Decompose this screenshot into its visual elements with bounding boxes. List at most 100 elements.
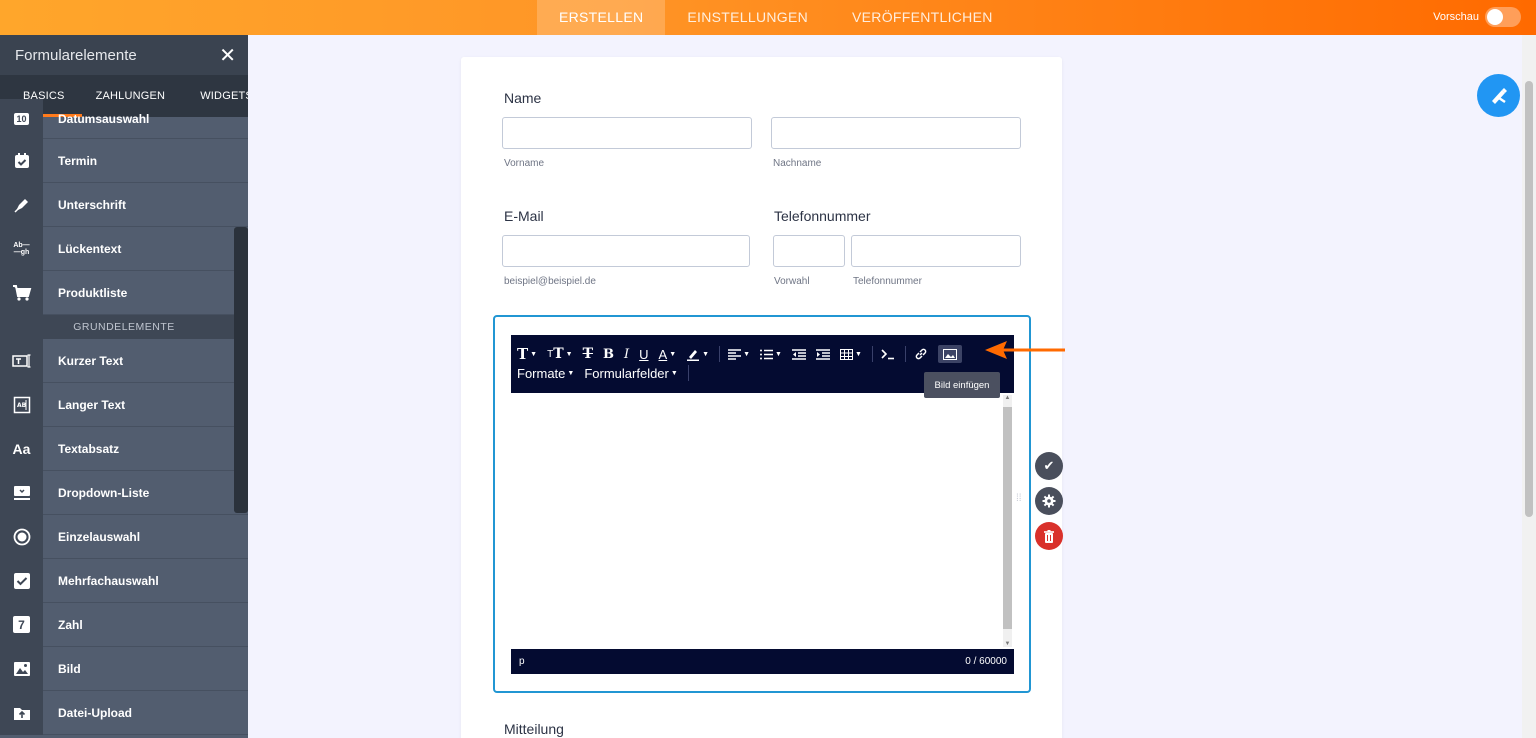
- sidebar-item-label: Datumsauswahl: [58, 111, 150, 126]
- first-name-sublabel: Vorname: [504, 158, 545, 169]
- editor-content-area[interactable]: ▲ ▼: [511, 393, 1014, 649]
- rich-text-field-selected[interactable]: T ▼ T T ▼ T B I U A ▼ ▼ ▼ ▼ ▼ Formate ▼ …: [493, 315, 1031, 693]
- form-canvas: Name Vorname Nachname E-Mail Telefonnumm…: [248, 35, 1536, 738]
- code-icon[interactable]: [881, 348, 895, 360]
- phone-label: Telefonnummer: [774, 208, 871, 224]
- sidebar-item-bild[interactable]: Bild: [0, 646, 248, 691]
- sidebar-item-label: Bild: [58, 661, 81, 676]
- editor-status-bar: p 0 / 60000: [511, 649, 1014, 674]
- align-icon[interactable]: ▼: [728, 348, 750, 360]
- text-color-icon[interactable]: A ▼: [659, 347, 677, 362]
- dropdown-icon: [0, 470, 43, 515]
- top-bar: ERSTELLEN EINSTELLUNGEN VERÖFFENTLICHEN …: [0, 0, 1536, 35]
- email-input[interactable]: [502, 235, 750, 267]
- page-scrollbar[interactable]: [1522, 35, 1536, 738]
- radio-icon: [0, 514, 43, 559]
- sidebar-item-datumsauswahl[interactable]: 10 Datumsauswahl: [0, 98, 248, 139]
- sidebar-item-produktliste[interactable]: Produktliste: [0, 270, 248, 315]
- list-icon[interactable]: ▼: [760, 349, 782, 360]
- sidebar-item-termin[interactable]: Termin: [0, 138, 248, 183]
- svg-text:AB: AB: [17, 402, 27, 409]
- sidebar-item-label: Termin: [58, 153, 98, 168]
- sidebar-item-unterschrift[interactable]: Unterschrift: [0, 182, 248, 227]
- phone-number-input[interactable]: [851, 235, 1021, 267]
- area-code-input[interactable]: [773, 235, 845, 267]
- annotation-arrow-icon: [985, 341, 1065, 359]
- paragraph-icon: Aa: [0, 426, 43, 471]
- italic-icon[interactable]: I: [624, 347, 629, 362]
- font-family-icon[interactable]: T ▼: [517, 345, 537, 363]
- font-size-icon[interactable]: T T ▼: [547, 346, 572, 362]
- sidebar-item-label: Zahl: [58, 617, 83, 632]
- sidebar-item-einzelauswahl[interactable]: Einzelauswahl: [0, 514, 248, 559]
- last-name-sublabel: Nachname: [773, 158, 822, 169]
- sidebar-header: Formularelemente ✕: [0, 35, 248, 75]
- short-text-icon: [0, 338, 43, 383]
- sidebar-element-list: 10 Datumsauswahl Termin Unterschrift Ab—…: [0, 98, 248, 735]
- sidebar-item-label: Datei-Upload: [58, 705, 133, 720]
- highlight-icon[interactable]: ▼: [686, 347, 709, 361]
- sidebar-title: Formularelemente: [15, 46, 137, 64]
- sidebar-scrollbar[interactable]: [234, 227, 248, 513]
- outdent-icon[interactable]: [791, 348, 806, 360]
- sidebar-item-label: Mehrfachauswahl: [58, 573, 159, 588]
- form-card: Name Vorname Nachname E-Mail Telefonnumm…: [461, 57, 1062, 738]
- insert-image-tooltip: Bild einfügen: [924, 372, 1000, 398]
- sidebar-item-label: Produktliste: [58, 285, 128, 300]
- sidebar-item-label: Dropdown-Liste: [58, 485, 150, 500]
- sidebar-item-zahl[interactable]: 7 Zahl: [0, 602, 248, 647]
- fill-in-text-icon: Ab— —gh: [0, 226, 43, 271]
- sidebar-item-langer-text[interactable]: AB Langer Text: [0, 382, 248, 427]
- indent-icon[interactable]: [815, 348, 830, 360]
- toolbar-separator: [719, 346, 721, 362]
- delete-trash-icon[interactable]: [1035, 522, 1063, 550]
- toolbar-separator: [904, 346, 906, 362]
- clear-format-icon[interactable]: T: [583, 346, 593, 362]
- close-icon[interactable]: ✕: [219, 43, 236, 68]
- insert-image-icon[interactable]: [937, 345, 962, 363]
- image-icon: [0, 646, 43, 691]
- sidebar-item-textabsatz[interactable]: Aa Textabsatz: [0, 426, 248, 471]
- calendar-check-icon: [0, 138, 43, 183]
- toolbar-row-2: Formate ▼ Formularfelder ▼: [517, 365, 697, 381]
- preview-toggle[interactable]: [1485, 7, 1521, 27]
- preview-label: Vorschau: [1433, 11, 1479, 23]
- tab-einstellungen[interactable]: EINSTELLUNGEN: [665, 0, 830, 35]
- tab-erstellen[interactable]: ERSTELLEN: [537, 0, 666, 35]
- last-name-input[interactable]: [771, 117, 1021, 149]
- scroll-down-icon[interactable]: ▼: [1003, 641, 1012, 647]
- preview-control: Vorschau: [1433, 7, 1521, 27]
- form-designer-brush-icon[interactable]: [1477, 74, 1520, 117]
- settings-gear-icon[interactable]: [1035, 487, 1063, 515]
- pen-icon: [0, 182, 43, 227]
- rich-text-editor: T ▼ T T ▼ T B I U A ▼ ▼ ▼ ▼ ▼ Formate ▼ …: [511, 335, 1014, 674]
- editor-scroll-thumb[interactable]: [1003, 407, 1012, 629]
- sidebar-item-label: Kurzer Text: [58, 353, 124, 368]
- sidebar-item-mehrfachauswahl[interactable]: Mehrfachauswahl: [0, 558, 248, 603]
- form-fields-dropdown[interactable]: Formularfelder ▼: [584, 366, 677, 381]
- table-icon[interactable]: ▼: [839, 348, 862, 360]
- sidebar-item-dropdown-liste[interactable]: Dropdown-Liste: [0, 470, 248, 515]
- formats-dropdown[interactable]: Formate ▼: [517, 366, 574, 381]
- toolbar-separator: [687, 365, 689, 381]
- editor-scrollbar[interactable]: ▲ ▼: [1003, 395, 1012, 647]
- drag-handle-icon[interactable]: ⁞⁞: [1016, 494, 1022, 504]
- page-scroll-thumb[interactable]: [1525, 81, 1533, 517]
- sidebar-item-label: Lückentext: [58, 241, 122, 256]
- checkbox-icon: [0, 558, 43, 603]
- bold-icon[interactable]: B: [603, 347, 614, 362]
- calendar-10-icon: 10: [0, 98, 43, 139]
- element-path: p: [519, 656, 525, 667]
- sidebar-item-kurzer-text[interactable]: Kurzer Text: [0, 338, 248, 383]
- first-name-input[interactable]: [502, 117, 752, 149]
- cart-icon: [0, 270, 43, 315]
- scroll-up-icon[interactable]: ▲: [1003, 395, 1012, 401]
- long-text-icon: AB: [0, 382, 43, 427]
- tab-veroeffentlichen[interactable]: VERÖFFENTLICHEN: [830, 0, 1015, 35]
- underline-icon[interactable]: U: [639, 347, 648, 362]
- sidebar-item-lueckentext[interactable]: Ab— —gh Lückentext: [0, 226, 248, 271]
- confirm-check-icon[interactable]: ✔: [1035, 452, 1063, 480]
- link-icon[interactable]: [914, 347, 928, 361]
- sidebar-item-datei-upload[interactable]: Datei-Upload: [0, 690, 248, 735]
- toolbar-separator: [871, 346, 873, 362]
